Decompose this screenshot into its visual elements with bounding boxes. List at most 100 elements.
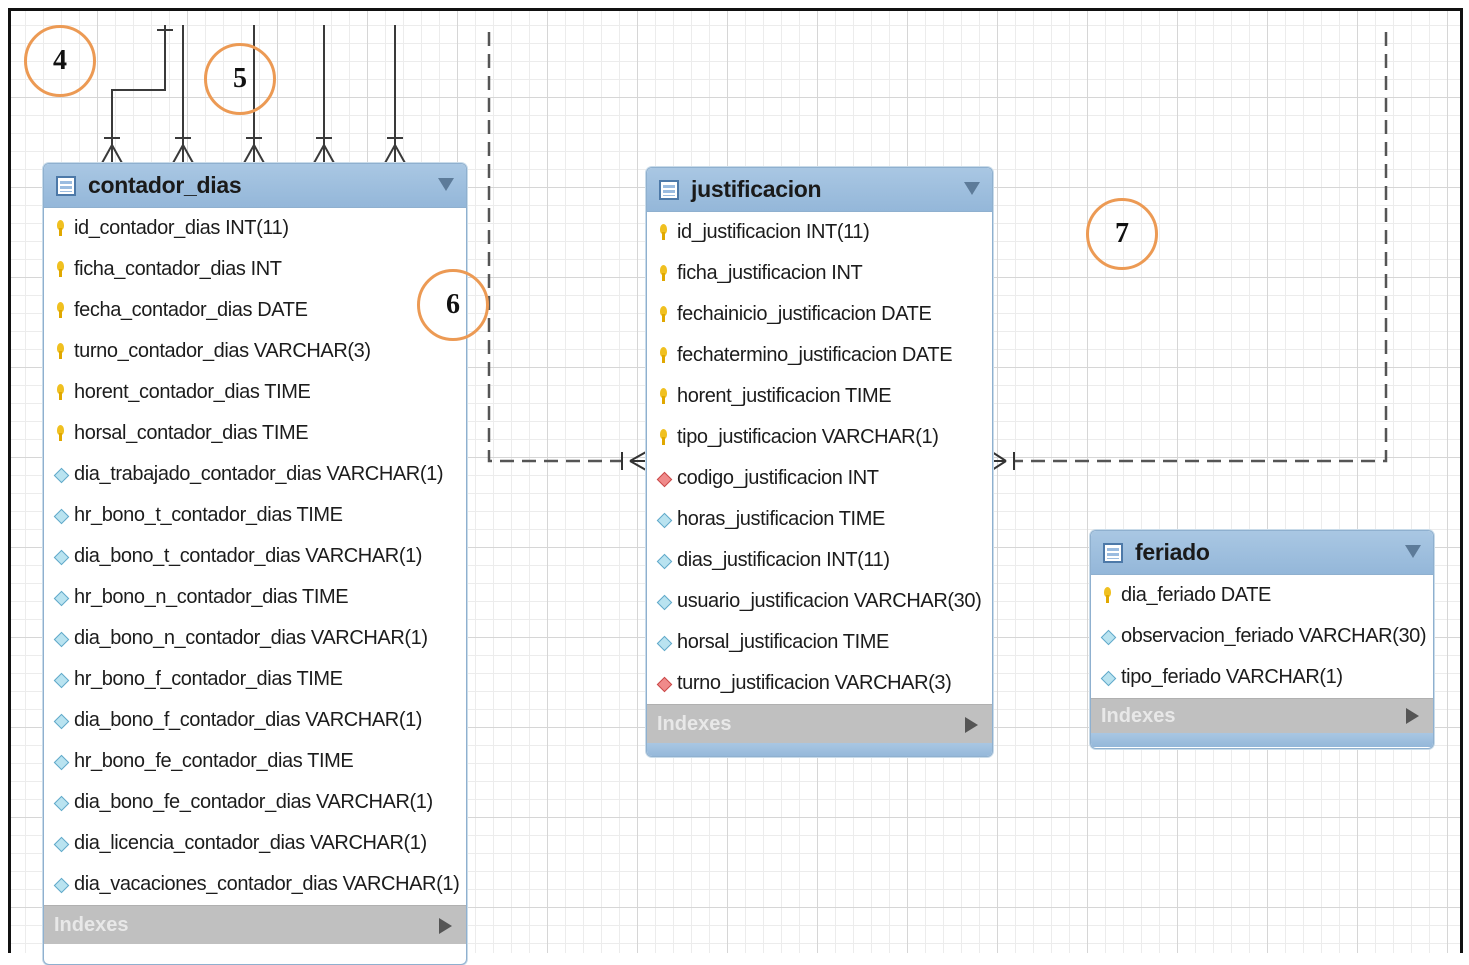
column-icon: [54, 548, 68, 566]
column-label: horent_justificacion TIME: [677, 385, 892, 407]
column-label: turno_contador_dias VARCHAR(3): [74, 340, 371, 362]
column-row[interactable]: fecha_contador_dias DATE: [44, 290, 466, 331]
column-row[interactable]: fechatermino_justificacion DATE: [647, 335, 992, 376]
column-label: fechainicio_justificacion DATE: [677, 303, 932, 325]
indexes-label: Indexes: [657, 712, 732, 735]
column-row[interactable]: hr_bono_f_contador_dias TIME: [44, 659, 466, 700]
table-justificacion[interactable]: justificacion id_justificacion INT(11) fi…: [646, 167, 993, 757]
expand-arrow-icon[interactable]: [439, 918, 452, 934]
marker-label: 4: [53, 45, 67, 76]
column-label: ficha_justificacion INT: [677, 262, 863, 284]
column-label: hr_bono_t_contador_dias TIME: [74, 504, 343, 526]
column-row[interactable]: hr_bono_n_contador_dias TIME: [44, 577, 466, 618]
column-row[interactable]: dia_trabajado_contador_dias VARCHAR(1): [44, 454, 466, 495]
column-icon: [54, 876, 68, 894]
column-row[interactable]: horent_justificacion TIME: [647, 376, 992, 417]
primary-key-icon: [657, 305, 671, 324]
column-row[interactable]: horas_justificacion TIME: [647, 499, 992, 540]
primary-key-icon: [657, 346, 671, 365]
column-label: observacion_feriado VARCHAR(30): [1121, 625, 1427, 647]
foreign-key-icon: [657, 470, 671, 488]
column-label: hr_bono_f_contador_dias TIME: [74, 668, 343, 690]
table-feriado[interactable]: feriado dia_feriado DATE observacion_feri…: [1090, 530, 1434, 749]
table-title: feriado: [1135, 539, 1210, 565]
column-row[interactable]: dia_bono_n_contador_dias VARCHAR(1): [44, 618, 466, 659]
indexes-section[interactable]: Indexes: [44, 905, 466, 944]
annotation-marker-7: 7: [1086, 198, 1158, 270]
primary-key-icon: [657, 428, 671, 447]
table-header[interactable]: contador_dias: [44, 164, 466, 208]
column-label: tipo_feriado VARCHAR(1): [1121, 666, 1343, 688]
marker-label: 6: [446, 289, 460, 320]
primary-key-icon: [54, 383, 68, 402]
primary-key-icon: [54, 342, 68, 361]
column-row[interactable]: dia_licencia_contador_dias VARCHAR(1): [44, 823, 466, 864]
column-row[interactable]: horsal_contador_dias TIME: [44, 413, 466, 454]
column-label: codigo_justificacion INT: [677, 467, 879, 489]
column-row[interactable]: ficha_justificacion INT: [647, 253, 992, 294]
column-icon: [657, 593, 671, 611]
column-label: horent_contador_dias TIME: [74, 381, 311, 403]
column-row[interactable]: hr_bono_t_contador_dias TIME: [44, 495, 466, 536]
column-row[interactable]: fechainicio_justificacion DATE: [647, 294, 992, 335]
column-list: id_contador_dias INT(11) ficha_contador_d…: [44, 208, 466, 905]
primary-key-icon: [54, 219, 68, 238]
column-row[interactable]: tipo_justificacion VARCHAR(1): [647, 417, 992, 458]
column-row[interactable]: observacion_feriado VARCHAR(30): [1091, 616, 1433, 657]
table-header[interactable]: justificacion: [647, 168, 992, 212]
expand-arrow-icon[interactable]: [965, 717, 978, 733]
column-icon: [54, 466, 68, 484]
indexes-section[interactable]: Indexes: [1091, 698, 1433, 733]
table-icon: [659, 179, 679, 200]
column-row[interactable]: horent_contador_dias TIME: [44, 372, 466, 413]
primary-key-icon: [657, 264, 671, 283]
column-row[interactable]: dia_feriado DATE: [1091, 575, 1433, 616]
column-list: dia_feriado DATE observacion_feriado VARC…: [1091, 575, 1433, 698]
column-row[interactable]: turno_contador_dias VARCHAR(3): [44, 331, 466, 372]
column-row[interactable]: ficha_contador_dias INT: [44, 249, 466, 290]
column-row[interactable]: dias_justificacion INT(11): [647, 540, 992, 581]
expand-arrow-icon[interactable]: [1406, 708, 1419, 724]
column-label: ficha_contador_dias INT: [74, 258, 282, 280]
column-row[interactable]: tipo_feriado VARCHAR(1): [1091, 657, 1433, 698]
column-label: hr_bono_fe_contador_dias TIME: [74, 750, 354, 772]
column-icon: [54, 753, 68, 771]
indexes-section[interactable]: Indexes: [647, 704, 992, 743]
column-label: dia_bono_t_contador_dias VARCHAR(1): [74, 545, 423, 567]
table-contador-dias[interactable]: contador_dias id_contador_dias INT(11) fi…: [43, 163, 467, 965]
annotation-marker-5: 5: [204, 43, 276, 115]
column-row[interactable]: dia_bono_fe_contador_dias VARCHAR(1): [44, 782, 466, 823]
collapse-arrow-icon[interactable]: [438, 178, 454, 191]
table-title: contador_dias: [88, 172, 242, 198]
primary-key-icon: [657, 223, 671, 242]
indexes-label: Indexes: [1101, 704, 1176, 727]
column-row[interactable]: turno_justificacion VARCHAR(3): [647, 663, 992, 704]
table-header[interactable]: feriado: [1091, 531, 1433, 575]
primary-key-icon: [54, 301, 68, 320]
table-title: justificacion: [691, 176, 822, 202]
column-row[interactable]: horsal_justificacion TIME: [647, 622, 992, 663]
column-label: horas_justificacion TIME: [677, 508, 885, 530]
column-label: dia_bono_f_contador_dias VARCHAR(1): [74, 709, 423, 731]
column-label: dia_vacaciones_contador_dias VARCHAR(1): [74, 873, 460, 895]
column-icon: [54, 630, 68, 648]
column-row[interactable]: dia_bono_t_contador_dias VARCHAR(1): [44, 536, 466, 577]
column-label: tipo_justificacion VARCHAR(1): [677, 426, 939, 448]
column-row[interactable]: dia_bono_f_contador_dias VARCHAR(1): [44, 700, 466, 741]
column-row[interactable]: dia_vacaciones_contador_dias VARCHAR(1): [44, 864, 466, 905]
column-icon: [54, 794, 68, 812]
column-label: dias_justificacion INT(11): [677, 549, 890, 571]
column-label: turno_justificacion VARCHAR(3): [677, 672, 952, 694]
column-row[interactable]: id_contador_dias INT(11): [44, 208, 466, 249]
table-icon: [1103, 542, 1123, 563]
column-label: horsal_justificacion TIME: [677, 631, 889, 653]
column-label: dia_bono_n_contador_dias VARCHAR(1): [74, 627, 428, 649]
column-row[interactable]: codigo_justificacion INT: [647, 458, 992, 499]
column-row[interactable]: hr_bono_fe_contador_dias TIME: [44, 741, 466, 782]
marker-label: 5: [233, 63, 247, 94]
collapse-arrow-icon[interactable]: [964, 182, 980, 195]
column-row[interactable]: usuario_justificacion VARCHAR(30): [647, 581, 992, 622]
column-label: dia_licencia_contador_dias VARCHAR(1): [74, 832, 427, 854]
collapse-arrow-icon[interactable]: [1405, 545, 1421, 558]
column-row[interactable]: id_justificacion INT(11): [647, 212, 992, 253]
